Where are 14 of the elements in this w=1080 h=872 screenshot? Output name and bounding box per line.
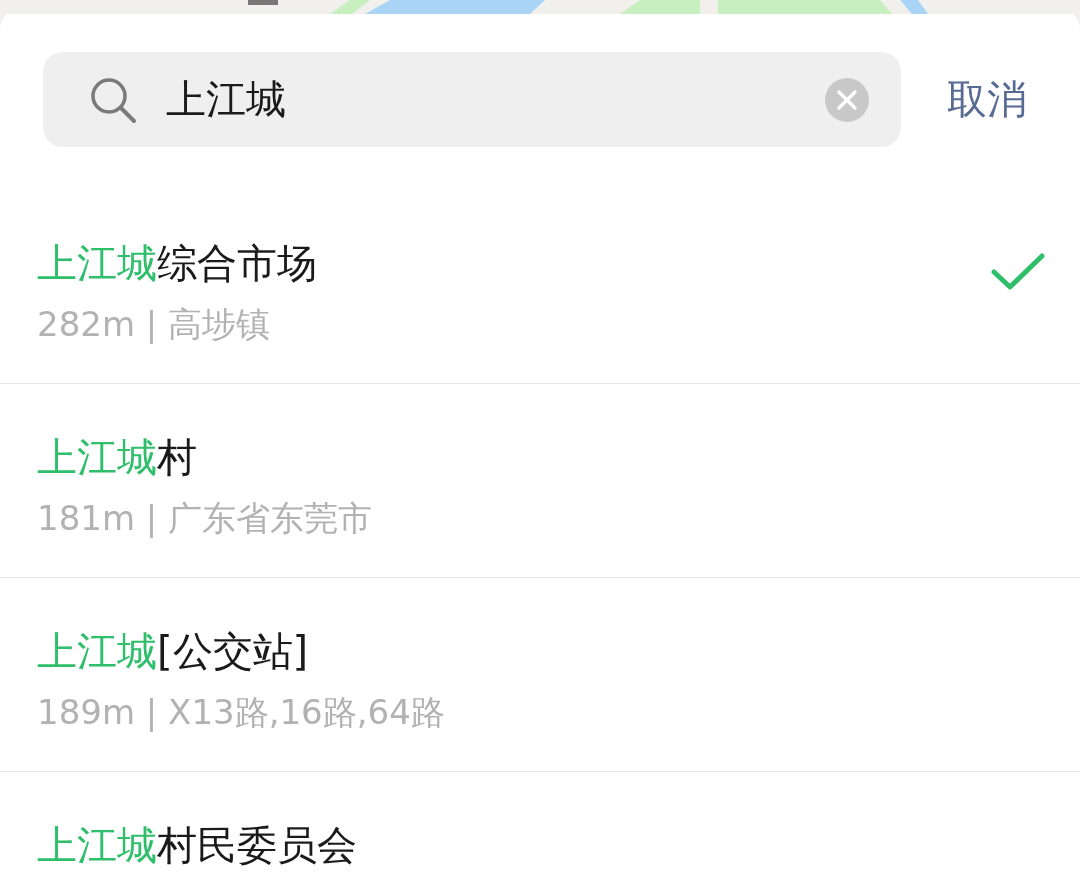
result-detail: 181m | 广东省东莞市	[37, 497, 374, 540]
result-title: 上江城村民委员会	[37, 821, 358, 870]
clear-icon[interactable]	[825, 77, 869, 122]
result-title: 上江城村	[37, 433, 198, 482]
cancel-link[interactable]: 取消	[947, 72, 1027, 127]
result-item[interactable]: 上江城[公交站] 189m | X13路,16路,64路	[0, 578, 1080, 772]
result-item[interactable]: 上江城村 181m | 广东省东莞市	[0, 384, 1080, 578]
result-detail: 282m | 高埗镇	[37, 303, 272, 346]
search-field[interactable]: 上江城	[43, 52, 901, 147]
result-detail: 189m | X13路,16路,64路	[37, 691, 446, 734]
result-item[interactable]: 上江城村民委员会	[0, 772, 1080, 872]
result-title: 上江城综合市场	[37, 239, 318, 288]
result-item[interactable]: 上江城综合市场 282m | 高埗镇	[0, 190, 1080, 384]
result-title: 上江城[公交站]	[37, 627, 310, 676]
